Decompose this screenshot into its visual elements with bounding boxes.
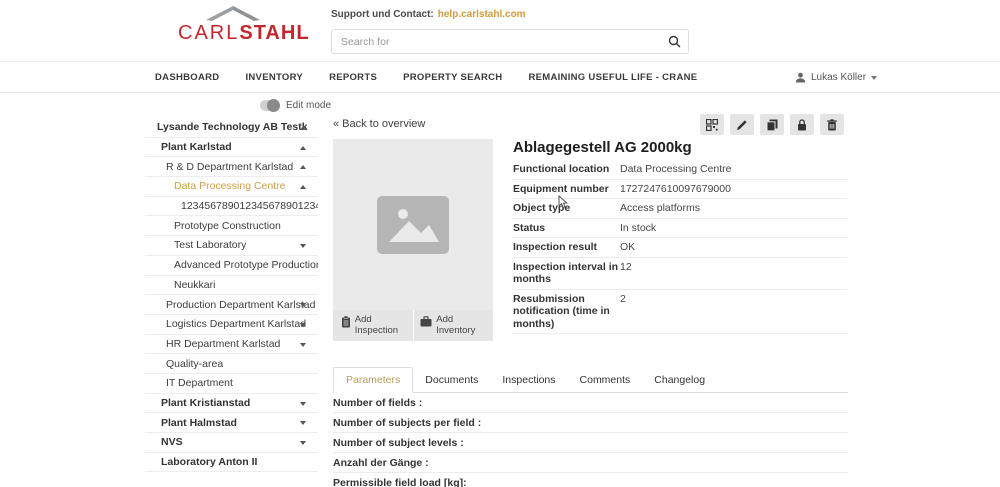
chevron-down-icon[interactable] [300, 421, 306, 425]
equipment-details: Functional location Data Processing Cent… [513, 160, 847, 334]
support-contact: Support und Contact:help.carlstahl.com [331, 9, 526, 20]
param-permissible-field-load: Permissible field load [kg]: [333, 473, 848, 487]
edit-mode-control: Edit mode [260, 100, 331, 111]
param-anzahl-der-gaenge: Anzahl der Gänge : [333, 453, 848, 473]
image-placeholder-icon [375, 194, 451, 256]
tree-item-quality-area[interactable]: Quality-area [145, 354, 318, 374]
tree-item-data-processing-centre[interactable]: Data Processing Centre [145, 177, 318, 197]
chevron-down-icon[interactable] [300, 402, 306, 406]
chevron-down-icon[interactable] [300, 323, 306, 327]
toggle-knob [267, 99, 280, 112]
param-subjects-per-field: Number of subjects per field : [333, 413, 848, 433]
equipment-image-placeholder [333, 139, 493, 310]
logo-roof-icon [204, 6, 262, 21]
qr-code-icon [706, 119, 718, 131]
logo-text: CARLSTAHL [178, 22, 288, 45]
chevron-down-icon [871, 76, 877, 80]
tree-item-rd-department[interactable]: R & D Department Karlstad [145, 157, 318, 177]
chevron-up-icon[interactable] [300, 185, 306, 189]
detail-row-inspection-interval: Inspection interval in months 12 [513, 258, 847, 290]
pencil-icon [736, 119, 748, 131]
trash-icon [826, 119, 838, 131]
param-subject-levels: Number of subject levels : [333, 433, 848, 453]
nav-inventory[interactable]: INVENTORY [245, 72, 303, 83]
tree-item-plant-kristianstad[interactable]: Plant Kristianstad [145, 394, 318, 414]
tree-item-lysande-technology[interactable]: Lysande Technology AB Testkunde [145, 118, 318, 138]
qr-code-button[interactable] [700, 114, 724, 135]
tree-item-number[interactable]: 123456789012345678901234567890 [145, 197, 318, 217]
add-inspection-button[interactable]: Add Inspection [333, 310, 413, 341]
detail-row-resubmission-notification: Resubmission notification (time in month… [513, 290, 847, 335]
chevron-up-icon[interactable] [300, 146, 306, 150]
tab-changelog[interactable]: Changelog [642, 368, 717, 392]
chevron-down-icon[interactable] [300, 441, 306, 445]
edit-mode-toggle[interactable] [260, 100, 280, 111]
tree-item-prototype-construction[interactable]: Prototype Construction [145, 216, 318, 236]
tree-item-plant-halmstad[interactable]: Plant Halmstad [145, 413, 318, 433]
user-icon [795, 72, 806, 83]
tab-documents[interactable]: Documents [413, 368, 490, 392]
add-inventory-button[interactable]: Add Inventory [413, 310, 494, 341]
chevron-down-icon[interactable] [300, 303, 306, 307]
edit-button[interactable] [730, 114, 754, 135]
detail-row-object-type: Object type Access platforms [513, 199, 847, 219]
main-nav: DASHBOARD INVENTORY REPORTS PROPERTY SEA… [0, 62, 1000, 93]
app-screen: CARLSTAHL Support und Contact:help.carls… [0, 0, 1000, 487]
location-tree: Lysande Technology AB Testkunde Plant Ka… [145, 118, 318, 472]
chevron-up-icon[interactable] [300, 126, 306, 130]
delete-button[interactable] [820, 114, 844, 135]
support-link[interactable]: help.carlstahl.com [438, 9, 526, 20]
search-box [331, 29, 689, 54]
edit-mode-label: Edit mode [286, 100, 331, 111]
lock-button[interactable] [790, 114, 814, 135]
tree-item-neukkari[interactable]: Neukkari [145, 276, 318, 296]
clipboard-icon [341, 316, 351, 328]
carl-stahl-logo[interactable]: CARLSTAHL [178, 6, 288, 45]
param-number-of-fields: Number of fields : [333, 393, 848, 413]
chevron-up-icon[interactable] [300, 165, 306, 169]
user-menu[interactable]: Lukas Köller [795, 62, 877, 93]
tree-item-nvs[interactable]: NVS [145, 433, 318, 453]
tab-inspections[interactable]: Inspections [490, 368, 567, 392]
tree-item-advanced-prototype-production[interactable]: Advanced Prototype Production [145, 256, 318, 276]
tree-item-laboratory-anton[interactable]: Laboratory Anton II [145, 453, 318, 473]
detail-row-inspection-result: Inspection result OK [513, 238, 847, 258]
chevron-down-icon[interactable] [300, 244, 306, 248]
nav-remaining-useful-life[interactable]: REMAINING USEFUL LIFE - CRANE [528, 72, 697, 83]
copy-icon [766, 119, 778, 131]
add-buttons-bar: Add Inspection Add Inventory [333, 310, 493, 341]
tab-comments[interactable]: Comments [568, 368, 643, 392]
lock-icon [796, 119, 808, 131]
detail-tabs: Parameters Documents Inspections Comment… [333, 368, 848, 393]
tree-item-logistics-department[interactable]: Logistics Department Karlstad [145, 315, 318, 335]
tree-item-plant-karlstad[interactable]: Plant Karlstad [145, 138, 318, 158]
header: CARLSTAHL Support und Contact:help.carls… [0, 0, 1000, 62]
search-icon[interactable] [668, 35, 681, 48]
detail-row-functional-location: Functional location Data Processing Cent… [513, 160, 847, 180]
tree-item-production-department[interactable]: Production Department Karlstad [145, 295, 318, 315]
search-input[interactable] [341, 30, 661, 53]
detail-row-status: Status In stock [513, 219, 847, 239]
tree-item-hr-department[interactable]: HR Department Karlstad [145, 335, 318, 355]
chevron-down-icon[interactable] [300, 343, 306, 347]
parameters-list: Number of fields : Number of subjects pe… [333, 393, 848, 487]
briefcase-icon [420, 316, 432, 327]
back-to-overview-link[interactable]: « Back to overview [333, 118, 425, 130]
action-toolbar [700, 114, 844, 135]
nav-dashboard[interactable]: DASHBOARD [155, 72, 219, 83]
nav-property-search[interactable]: PROPERTY SEARCH [403, 72, 502, 83]
detail-row-equipment-number: Equipment number 1727247610097679000 [513, 180, 847, 200]
nav-reports[interactable]: REPORTS [329, 72, 377, 83]
tab-parameters[interactable]: Parameters [333, 367, 413, 393]
tree-item-test-laboratory[interactable]: Test Laboratory [145, 236, 318, 256]
tree-item-it-department[interactable]: IT Department [145, 374, 318, 394]
user-name: Lukas Köller [811, 72, 866, 83]
copy-button[interactable] [760, 114, 784, 135]
equipment-title: Ablagegestell AG 2000kg [513, 139, 692, 156]
